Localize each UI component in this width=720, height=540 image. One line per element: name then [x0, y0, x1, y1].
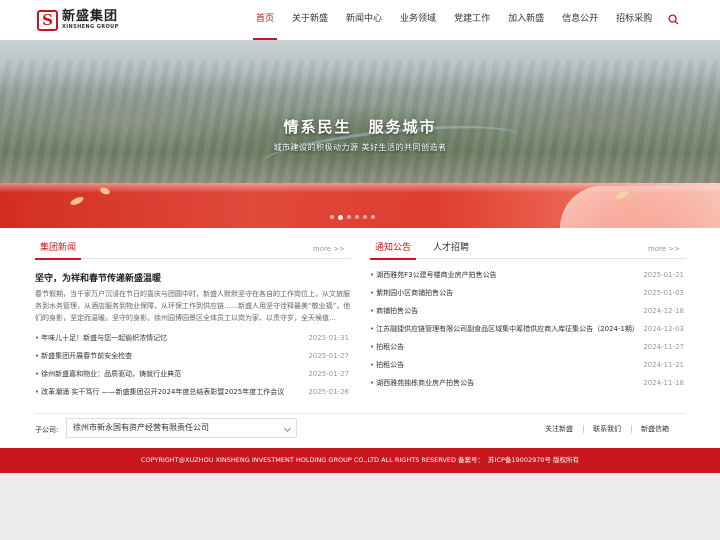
list-item[interactable]: • 徐州新盛嘉和物业：品质驱动，铸就行业典范 2025-01-27	[35, 365, 351, 383]
nav-item-business[interactable]: 业务领域	[391, 0, 445, 40]
notice-title: 湖西雅苑F3公建号楼商业房产拍售公告	[376, 271, 497, 279]
notice-title: 商铺拍售公告	[376, 307, 419, 315]
nav-item-home[interactable]: 首页	[247, 0, 283, 40]
list-item[interactable]: • 新盛集团开展春节前安全检查 2025-01-27	[35, 347, 351, 365]
news-title: 年味儿十足！新盛与您一起偷织浓情记忆	[41, 334, 168, 342]
nav-item-about[interactable]: 关于新盛	[283, 0, 337, 40]
notice-more-link[interactable]: more >>	[648, 245, 680, 253]
bullet: •	[370, 289, 375, 297]
featured-news-title[interactable]: 坚守，为祥和春节传递新盛温暖	[35, 273, 351, 285]
subsidiary-row: 子公司: 徐州市新永国有资产经营有限责任公司 关注新盛 联系我们 新盛信箱	[35, 413, 685, 438]
brand-name-cn: 新盛集团	[62, 8, 119, 24]
group-news-header: 集团新闻 more >>	[35, 236, 351, 260]
bullet: •	[35, 370, 40, 378]
notice-date: 2025-01-03	[643, 284, 684, 302]
notice-title: 拍租公告	[376, 343, 405, 351]
list-item[interactable]: • 湖西雅苑F3公建号楼商业房产拍售公告 2025-01-21	[370, 266, 686, 284]
list-item[interactable]: • 江苏融捷供应链管理有限公司副食品区域集中筹措供应商入库征集公告（2024-1期…	[370, 320, 686, 338]
tab-group-news[interactable]: 集团新闻	[35, 236, 82, 260]
news-list: • 年味儿十足！新盛与您一起偷织浓情记忆 2025-01-31 • 新盛集团开展春节前…	[35, 329, 351, 401]
mailbox-link[interactable]: 新盛信箱	[631, 424, 679, 434]
news-date: 2025-01-31	[308, 329, 349, 347]
slide-dot[interactable]	[347, 215, 351, 219]
contact-link[interactable]: 联系我们	[583, 424, 631, 434]
nav-item-bidding[interactable]: 招标采购	[607, 0, 661, 40]
list-item[interactable]: • 拍租公告 2024-11-21	[370, 356, 686, 374]
news-date: 2025-01-27	[308, 365, 349, 383]
nav-item-join[interactable]: 加入新盛	[499, 0, 553, 40]
notice-list: • 湖西雅苑F3公建号楼商业房产拍售公告 2025-01-21 • 紫荆园小区商铺拍售…	[370, 266, 686, 392]
list-item[interactable]: • 紫荆园小区商铺拍售公告 2025-01-03	[370, 284, 686, 302]
notice-date: 2024-11-18	[643, 374, 684, 392]
subsidiary-selected: 徐州市新永国有资产经营有限责任公司	[73, 423, 209, 432]
group-news-panel: 集团新闻 more >> 坚守，为祥和春节传递新盛温暖 春节假期，当千家万户沉浸…	[35, 236, 351, 401]
notice-header: 通知公告 人才招聘 more >>	[370, 236, 686, 260]
news-title: 徐州新盛嘉和物业：品质驱动，铸就行业典范	[41, 370, 182, 378]
notice-title: 江苏融捷供应链管理有限公司副食品区域集中筹措供应商入库征集公告（2024-1期）	[376, 325, 639, 333]
notice-title: 湖西雅苑独栋商业房产拍售公告	[376, 379, 475, 387]
notice-date: 2025-01-21	[643, 266, 684, 284]
subsidiary-select[interactable]: 徐州市新永国有资产经营有限责任公司	[66, 418, 297, 438]
footer-copyright: COPYRIGHT@XUZHOU XINSHENG INVESTMENT HOL…	[140, 456, 485, 464]
list-item[interactable]: • 拍租公告 2024-11-27	[370, 338, 686, 356]
logo-text: 新盛集团 XINSHENG GROUP	[62, 8, 119, 31]
main-content: 集团新闻 more >> 坚守，为祥和春节传递新盛温暖 春节假期，当千家万户沉浸…	[0, 228, 720, 448]
brand-logo[interactable]: S 新盛集团 XINSHENG GROUP	[37, 9, 119, 31]
slide-dot[interactable]	[355, 215, 359, 219]
list-item[interactable]: • 商铺拍售公告 2024-12-18	[370, 302, 686, 320]
slide-dots	[330, 214, 375, 220]
nav-item-news[interactable]: 新闻中心	[337, 0, 391, 40]
banner-title: 情系民生 服务城市	[283, 118, 437, 136]
notice-title: 拍租公告	[376, 361, 405, 369]
hero-banner[interactable]: 情系民生 服务城市 城市建设的积极动力源 美好生活的共同创造者	[0, 40, 720, 228]
ribbon-swirl	[560, 186, 720, 228]
bullet: •	[35, 352, 40, 360]
notice-date: 2024-11-21	[643, 356, 684, 374]
chevron-down-icon	[283, 424, 292, 433]
main-nav: 首页 关于新盛 新闻中心 业务领域 党建工作 加入新盛 信息公开 招标采购	[247, 0, 661, 40]
bullet: •	[370, 343, 375, 351]
notice-date: 2024-12-03	[643, 320, 684, 338]
bullet: •	[370, 361, 375, 369]
logo-mark: S	[37, 9, 58, 31]
bullet: •	[35, 334, 40, 342]
notice-panel: 通知公告 人才招聘 more >> • 湖西雅苑F3公建号楼商业房产拍售公告 202…	[370, 236, 686, 392]
bullet: •	[370, 325, 375, 333]
footer-icp[interactable]: 苏ICP备19002970号 版权所有	[488, 456, 579, 464]
notice-date: 2024-11-27	[643, 338, 684, 356]
subsidiary-label: 子公司:	[35, 426, 59, 434]
news-title: 改革潮涌 实干笃行 ——新盛集团召开2024年度总结表彰暨2025年度工作会议	[41, 388, 285, 396]
featured-news-summary: 春节假期，当千家万户沉浸在节日的喜庆与团圆中时，新盛人默默坚守在各自的工作岗位上…	[35, 290, 351, 322]
slide-dot[interactable]	[363, 215, 367, 219]
nav-item-disclosure[interactable]: 信息公开	[553, 0, 607, 40]
site-footer: COPYRIGHT@XUZHOU XINSHENG INVESTMENT HOL…	[0, 448, 720, 473]
follow-link[interactable]: 关注新盛	[535, 424, 583, 434]
notice-title: 紫荆园小区商铺拍售公告	[376, 289, 454, 297]
slide-dot[interactable]	[330, 215, 334, 219]
quick-links: 关注新盛 联系我们 新盛信箱	[535, 424, 679, 434]
bullet: •	[370, 271, 375, 279]
nav-item-party[interactable]: 党建工作	[445, 0, 499, 40]
news-date: 2025-01-27	[308, 347, 349, 365]
bullet: •	[35, 388, 40, 396]
notice-date: 2024-12-18	[643, 302, 684, 320]
slide-dot[interactable]	[371, 215, 375, 219]
slide-dot-active[interactable]	[338, 214, 343, 220]
list-item[interactable]: • 年味儿十足！新盛与您一起偷织浓情记忆 2025-01-31	[35, 329, 351, 347]
bullet: •	[370, 307, 375, 315]
banner-subtitle: 城市建设的积极动力源 美好生活的共同创造者	[273, 143, 447, 152]
bullet: •	[370, 379, 375, 387]
list-item[interactable]: • 湖西雅苑独栋商业房产拍售公告 2024-11-18	[370, 374, 686, 392]
search-icon[interactable]	[668, 14, 679, 25]
tab-notices[interactable]: 通知公告	[370, 236, 417, 260]
group-news-more-link[interactable]: more >>	[313, 245, 345, 253]
site-header: S 新盛集团 XINSHENG GROUP 首页 关于新盛 新闻中心 业务领域 …	[0, 0, 720, 40]
logo-letter: S	[42, 10, 53, 29]
tab-recruitment[interactable]: 人才招聘	[428, 236, 474, 259]
news-title: 新盛集团开展春节前安全检查	[41, 352, 133, 360]
news-date: 2025-01-26	[308, 383, 349, 401]
brand-name-en: XINSHENG GROUP	[62, 23, 119, 30]
list-item[interactable]: • 改革潮涌 实干笃行 ——新盛集团召开2024年度总结表彰暨2025年度工作会议…	[35, 383, 351, 401]
